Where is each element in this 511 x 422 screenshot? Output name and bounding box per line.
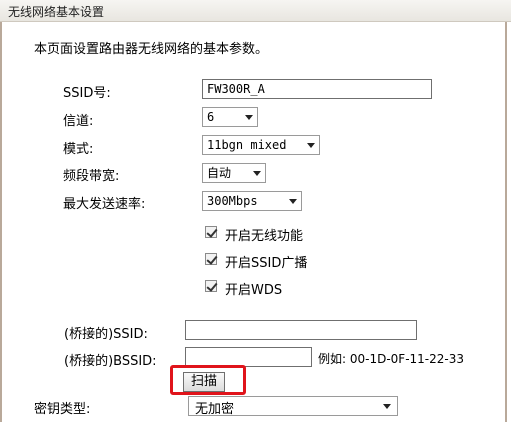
check-icon <box>206 253 218 265</box>
max-rate-label: 最大发送速率: <box>63 197 146 212</box>
max-rate-select[interactable]: 300Mbps <box>202 191 302 211</box>
mode-select[interactable]: 11bgn mixed <box>202 135 320 155</box>
channel-label: 信道: <box>63 114 94 129</box>
key-type-select[interactable]: 无加密 <box>188 396 398 417</box>
window-title: 无线网络基本设置 <box>8 5 105 19</box>
max-rate-value: 300Mbps <box>207 194 258 208</box>
channel-value: 6 <box>207 110 215 124</box>
key-type-label: 密钥类型: <box>34 402 91 417</box>
bssid-example-hint: 例如: 00-1D-0F-11-22-33 <box>318 352 464 366</box>
window-title-bar: 无线网络基本设置 <box>0 0 511 22</box>
chevron-down-icon <box>245 115 253 120</box>
mode-label: 模式: <box>63 142 94 157</box>
chevron-down-icon <box>383 404 391 409</box>
page-description: 本页面设置路由器无线网络的基本参数。 <box>34 42 269 57</box>
bridged-bssid-input[interactable] <box>185 347 312 367</box>
bandwidth-label: 频段带宽: <box>63 169 120 184</box>
bandwidth-value: 自动 <box>207 166 232 180</box>
ssid-label: SSID号: <box>63 86 111 101</box>
bridged-ssid-label: (桥接的)SSID: <box>64 327 148 342</box>
enable-ssid-broadcast-label: 开启SSID广播 <box>225 256 308 271</box>
checkbox-box[interactable] <box>205 226 218 238</box>
channel-select[interactable]: 6 <box>202 107 258 127</box>
enable-wds-label: 开启WDS <box>225 283 283 298</box>
chevron-down-icon <box>253 171 261 176</box>
ssid-input[interactable]: FW300R_A <box>202 79 432 99</box>
bandwidth-select[interactable]: 自动 <box>202 163 266 183</box>
mode-value: 11bgn mixed <box>207 138 287 152</box>
bridged-ssid-input[interactable] <box>185 320 417 340</box>
checkbox-box[interactable] <box>205 280 218 292</box>
checkbox-box[interactable] <box>205 253 218 265</box>
check-icon <box>206 280 218 292</box>
enable-wireless-label: 开启无线功能 <box>225 229 304 244</box>
chevron-down-icon <box>307 143 315 148</box>
check-icon <box>206 226 218 238</box>
chevron-down-icon <box>289 199 297 204</box>
bridged-bssid-label: (桥接的)BSSID: <box>64 354 157 369</box>
scan-button[interactable]: 扫描 <box>183 372 225 392</box>
